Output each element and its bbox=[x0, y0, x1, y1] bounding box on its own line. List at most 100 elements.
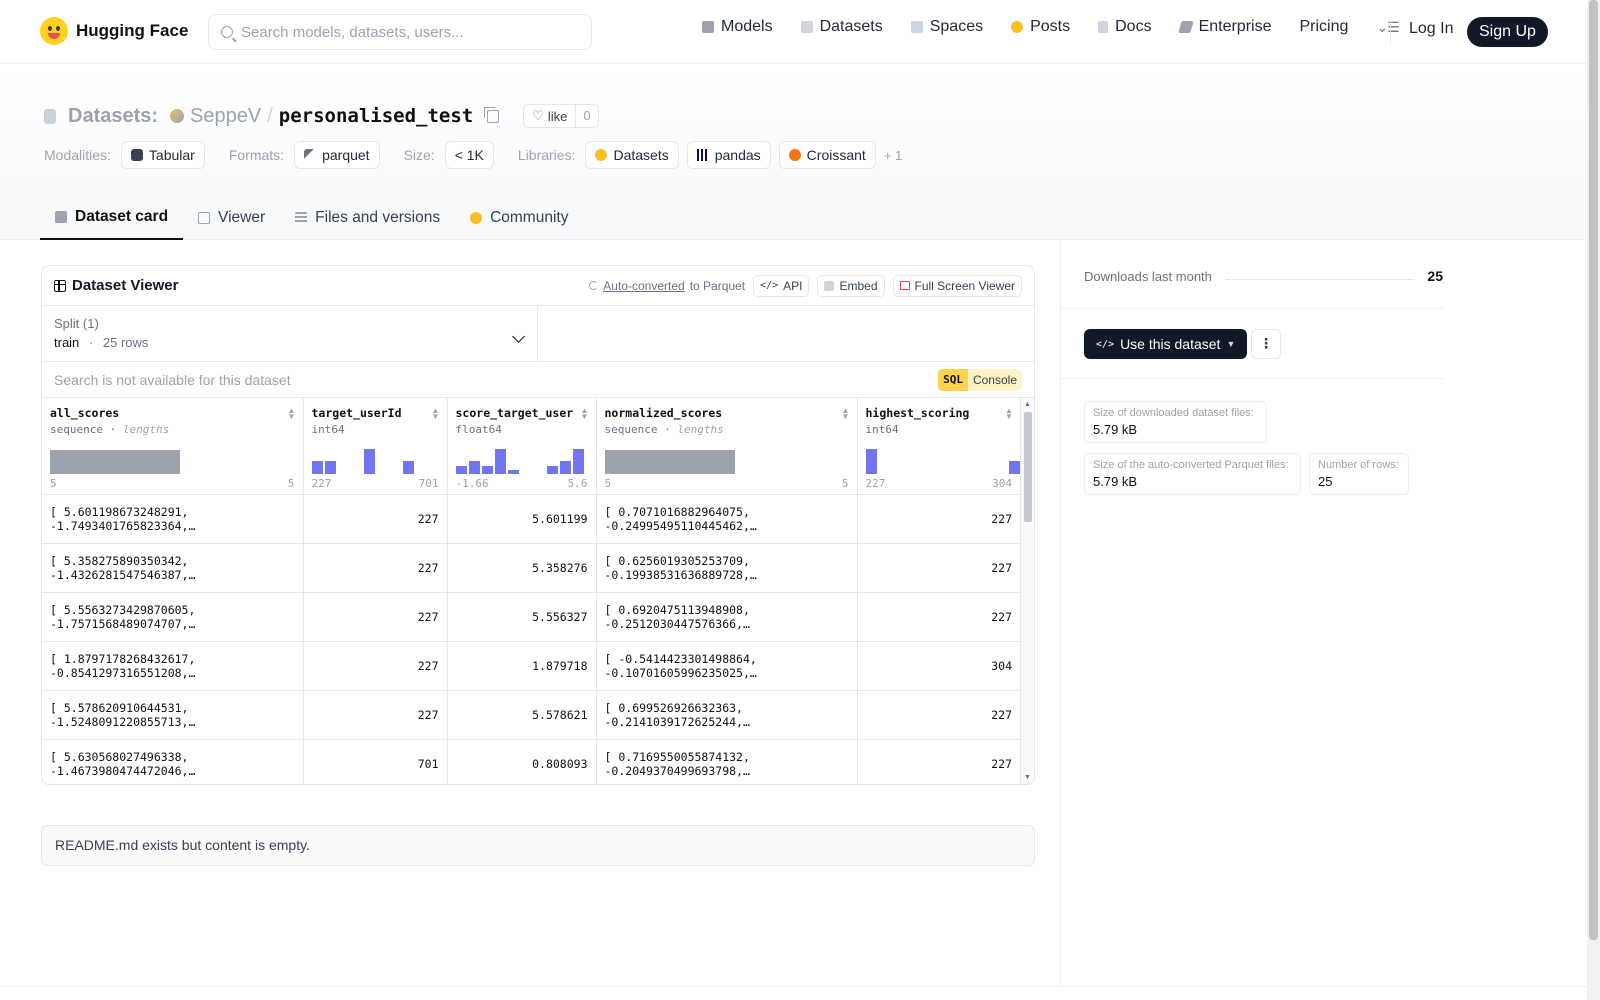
cell-score-target-user[interactable]: 0.808093 bbox=[447, 739, 597, 784]
cell-target-userid[interactable]: 227 bbox=[303, 494, 448, 544]
format-chip[interactable]: parquet bbox=[294, 141, 380, 169]
cell-score-target-user[interactable]: 5.578621 bbox=[447, 690, 597, 740]
scroll-up-icon[interactable]: ▲ bbox=[1024, 401, 1031, 408]
library-chip-croissant[interactable]: Croissant bbox=[778, 141, 876, 169]
cell-normalized-scores[interactable]: [ 0.6920475113948908, -0.2512030447576366… bbox=[596, 592, 858, 642]
page-scroll-thumb[interactable] bbox=[1589, 0, 1598, 940]
cell-all-scores[interactable]: [ 5.601198673248291, -1.7493401765823364,… bbox=[42, 494, 304, 544]
sort-icon[interactable]: ▲ ▼ bbox=[288, 407, 296, 421]
column-header[interactable]: all_scores sequence · lengths ▲ ▼ 5 5 bbox=[42, 398, 304, 495]
nav-datasets[interactable]: Datasets bbox=[800, 18, 883, 36]
nav-pricing[interactable]: Pricing bbox=[1299, 18, 1348, 36]
cell-highest-scoring[interactable]: 227 bbox=[857, 739, 1020, 784]
cell-all-scores[interactable]: [ 5.630568027496338, -1.4673980474472046,… bbox=[42, 739, 304, 784]
table-row[interactable]: [ 5.630568027496338, -1.4673980474472046,… bbox=[42, 739, 1020, 784]
signup-button[interactable]: Sign Up bbox=[1467, 17, 1548, 47]
cell-all-scores[interactable]: [ 5.578620910644531, -1.5248091220855713,… bbox=[42, 690, 304, 740]
search-placeholder: Search models, datasets, users... bbox=[241, 23, 464, 41]
table-row[interactable]: [ 5.358275890350342, -1.4326281547546387,… bbox=[42, 543, 1020, 593]
cell-score-target-user[interactable]: 5.556327 bbox=[447, 592, 597, 642]
like-button[interactable]: ♡ like 0 bbox=[523, 104, 599, 128]
cell-all-scores[interactable]: [ 5.5563273429870605, -1.7571568489074707… bbox=[42, 592, 304, 642]
sort-icon[interactable]: ▲ ▼ bbox=[581, 407, 589, 421]
row-count-stat: Number of rows: 25 bbox=[1309, 453, 1409, 495]
api-button[interactable]: </> API bbox=[753, 274, 810, 297]
nav-posts[interactable]: Posts bbox=[1011, 18, 1070, 36]
sort-icon[interactable]: ▲ ▼ bbox=[1005, 407, 1013, 421]
sort-icon[interactable]: ▲ ▼ bbox=[432, 407, 440, 421]
dataset-owner[interactable]: SeppeV bbox=[190, 105, 261, 128]
column-header[interactable]: target_userId int64 ▲ ▼ 227 701 bbox=[303, 398, 448, 495]
library-chip-pandas[interactable]: pandas bbox=[686, 141, 771, 169]
column-header[interactable]: score_target_user float64 ▲ ▼ -1.66 5.6 bbox=[447, 398, 597, 495]
table-row[interactable]: [ 5.5563273429870605, -1.7571568489074707… bbox=[42, 592, 1020, 642]
table-row[interactable]: [ 5.601198673248291, -1.7493401765823364,… bbox=[42, 494, 1020, 544]
cell-all-scores[interactable]: [ 1.8797178268432617, -0.8541297316551208… bbox=[42, 641, 304, 691]
sql-console-button[interactable]: SQL Console bbox=[938, 368, 1022, 391]
libraries-more[interactable]: + 1 bbox=[884, 148, 902, 163]
library-chip-datasets[interactable]: Datasets bbox=[585, 141, 679, 169]
cell-target-userid[interactable]: 227 bbox=[303, 690, 448, 740]
cell-highest-scoring[interactable]: 304 bbox=[857, 641, 1020, 691]
cell-target-userid[interactable]: 227 bbox=[303, 543, 448, 593]
cell-all-scores[interactable]: [ 5.358275890350342, -1.4326281547546387,… bbox=[42, 543, 304, 593]
tab-viewer[interactable]: Viewer bbox=[183, 195, 280, 240]
like-count[interactable]: 0 bbox=[575, 105, 597, 127]
full-screen-button[interactable]: Full Screen Viewer bbox=[892, 274, 1022, 297]
nav-enterprise[interactable]: Enterprise bbox=[1177, 18, 1271, 36]
use-dataset-button[interactable]: </> Use this dataset ▼ bbox=[1084, 329, 1248, 359]
cell-target-userid[interactable]: 227 bbox=[303, 592, 448, 642]
tab-community[interactable]: Community bbox=[455, 195, 583, 240]
cell-score-target-user[interactable]: 5.358276 bbox=[447, 543, 597, 593]
dataset-name[interactable]: personalised_test bbox=[279, 105, 473, 127]
cell-normalized-scores[interactable]: [ 0.699526926632363, -0.2141039172625244,… bbox=[596, 690, 858, 740]
table-scrollbar[interactable]: ▲ ▼ bbox=[1020, 398, 1034, 784]
like-toggle[interactable]: ♡ like bbox=[524, 105, 575, 127]
sort-icon[interactable]: ▲ ▼ bbox=[842, 407, 850, 421]
cell-highest-scoring[interactable]: 227 bbox=[857, 592, 1020, 642]
column-header[interactable]: highest_scoring int64 ▲ ▼ 227 304 bbox=[857, 398, 1020, 495]
auto-converted-text[interactable]: Auto-converted bbox=[603, 279, 684, 293]
cell-normalized-scores[interactable]: [ 0.6256019305253709, -0.1993853163688972… bbox=[596, 543, 858, 593]
size-chip[interactable]: < 1K bbox=[444, 141, 494, 169]
search-input[interactable]: Search models, datasets, users... bbox=[208, 14, 592, 50]
auto-converted-link[interactable]: Auto-converted to Parquet bbox=[589, 279, 745, 293]
table-scroll-thumb[interactable] bbox=[1024, 412, 1032, 522]
table-row[interactable]: [ 1.8797178268432617, -0.8541297316551208… bbox=[42, 641, 1020, 691]
dataset-title-row: Datasets: SeppeV / personalised_test ♡ li… bbox=[44, 104, 599, 128]
cell-score-target-user[interactable]: 1.879718 bbox=[447, 641, 597, 691]
copy-icon[interactable] bbox=[484, 106, 500, 123]
brand-logo[interactable]: Hugging Face bbox=[40, 17, 188, 45]
cell-highest-scoring[interactable]: 227 bbox=[857, 690, 1020, 740]
nav-spaces[interactable]: Spaces bbox=[910, 18, 983, 36]
column-type-value: sequence bbox=[604, 423, 658, 436]
dataset-type-label[interactable]: Datasets: bbox=[68, 105, 158, 128]
sidebar-divider-2 bbox=[1061, 378, 1443, 379]
cell-score-target-user[interactable]: 5.601199 bbox=[447, 494, 597, 544]
split-select[interactable]: Split (1) train · 25 rows bbox=[42, 306, 538, 361]
modality-chip[interactable]: Tabular bbox=[120, 141, 205, 169]
column-header[interactable]: normalized_scores sequence · lengths ▲ ▼ 5 5 bbox=[596, 398, 858, 495]
cell-target-userid[interactable]: 227 bbox=[303, 641, 448, 691]
cell-normalized-scores[interactable]: [ -0.5414423301498864, -0.107016059962350… bbox=[596, 641, 858, 691]
embed-button[interactable]: Embed bbox=[817, 274, 885, 297]
column-type: int64 bbox=[866, 423, 1013, 436]
page-scrollbar[interactable] bbox=[1587, 0, 1600, 1000]
tab-files[interactable]: Files and versions bbox=[280, 195, 455, 240]
nav-more[interactable]: ⌄☰ bbox=[1376, 19, 1399, 36]
more-options-button[interactable]: ⋮ bbox=[1251, 329, 1281, 359]
heart-icon: ♡ bbox=[532, 108, 544, 123]
nav-models[interactable]: Models bbox=[702, 18, 773, 36]
cell-target-userid[interactable]: 701 bbox=[303, 739, 448, 784]
nav-docs[interactable]: Docs bbox=[1098, 18, 1152, 36]
scroll-down-icon[interactable]: ▼ bbox=[1024, 774, 1031, 781]
range-min: 5 bbox=[50, 476, 57, 490]
login-link[interactable]: Log In bbox=[1409, 20, 1453, 38]
tab-dataset-card[interactable]: Dataset card bbox=[40, 195, 184, 240]
cell-highest-scoring[interactable]: 227 bbox=[857, 543, 1020, 593]
cell-line: -0.8541297316551208,… bbox=[50, 665, 196, 680]
table-row[interactable]: [ 5.578620910644531, -1.5248091220855713,… bbox=[42, 690, 1020, 740]
cell-normalized-scores[interactable]: [ 0.7169550055874132, -0.2049370499693798… bbox=[596, 739, 858, 784]
cell-normalized-scores[interactable]: [ 0.7071016882964075, -0.2499549511044546… bbox=[596, 494, 858, 544]
cell-highest-scoring[interactable]: 227 bbox=[857, 494, 1020, 544]
